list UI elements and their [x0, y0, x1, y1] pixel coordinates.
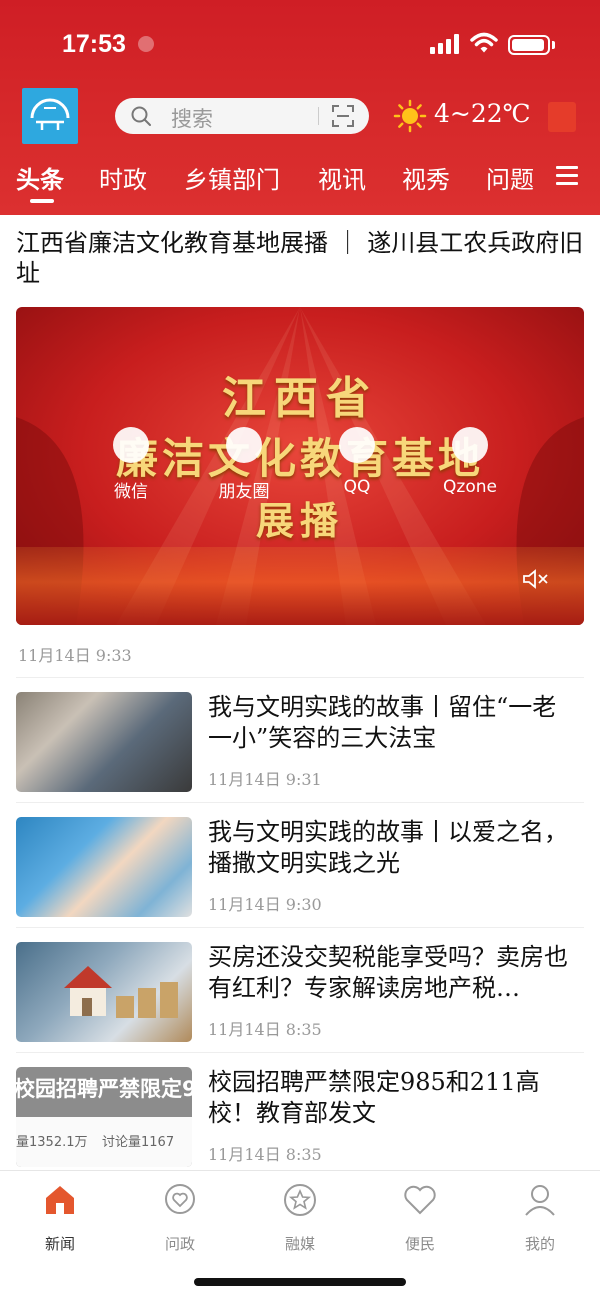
news-timestamp: 11月14日 9:31 [208, 770, 322, 789]
active-tab-indicator [30, 199, 54, 203]
news-title: 校园招聘严禁限定985和211高校！教育部发文 [208, 1068, 540, 1127]
nav-media[interactable]: 融媒 [260, 1183, 340, 1254]
sun-icon [393, 99, 427, 133]
tab-headlines[interactable]: 头条 [16, 160, 64, 195]
status-indicator-dot [138, 36, 154, 52]
feature-headline[interactable]: 江西省廉洁文化教育基地展播 ｜ 遂川县工农兵政府旧址 [16, 228, 584, 288]
feature-video[interactable]: 江西省 廉洁文化教育基地 展播 微信 朋友圈 QQ Qzone [16, 307, 584, 625]
app-header: 17:53 搜索 4~22℃ 头条 时政 乡镇部门 视讯 视秀 问题 [0, 0, 600, 215]
moments-icon [226, 427, 262, 463]
search-divider [318, 107, 319, 125]
share-qq[interactable]: QQ [312, 427, 402, 497]
nav-services[interactable]: 便民 [380, 1183, 460, 1254]
calendar-icon[interactable] [548, 102, 576, 132]
share-wechat[interactable]: 微信 [86, 427, 176, 502]
video-city-glow [16, 547, 584, 625]
chat-heart-icon [165, 1184, 195, 1214]
divider [16, 927, 584, 928]
channel-tabs: 头条 时政 乡镇部门 视讯 视秀 问题 [0, 160, 600, 200]
star-icon [284, 1184, 316, 1216]
weather-temperature: 4~22℃ [434, 99, 531, 128]
video-title-line-1: 江西省 [222, 373, 378, 424]
home-icon [46, 1186, 74, 1214]
tab-politics[interactable]: 时政 [99, 160, 147, 195]
battery-icon [508, 35, 550, 55]
news-list-item[interactable]: 买房还没交契税能享受吗？卖房也有红利？专家解读房地产税… 11月14日 8:35 [16, 942, 584, 1042]
news-title: 买房还没交契税能享受吗？卖房也有红利？专家解读房地产税… [208, 943, 568, 1002]
wifi-icon [470, 32, 498, 53]
status-bar: 17:53 [0, 0, 600, 88]
feature-timestamp: 11月14日 9:33 [18, 646, 132, 665]
news-thumbnail [16, 692, 192, 792]
heart-icon [404, 1185, 436, 1215]
app-logo[interactable] [22, 88, 78, 144]
house-coins-image [64, 966, 178, 1018]
news-title: 我与文明实践的故事丨留住“一老一小”笑容的三大法宝 [208, 693, 557, 752]
share-moments[interactable]: 朋友圈 [199, 427, 289, 502]
mute-icon[interactable] [522, 569, 548, 589]
cellular-signal-icon [430, 34, 459, 54]
news-timestamp: 11月14日 8:35 [208, 1020, 322, 1039]
battery-tip [552, 41, 555, 49]
menu-icon[interactable] [556, 166, 578, 186]
news-thumbnail [16, 942, 192, 1042]
qzone-icon [452, 427, 488, 463]
news-list-item[interactable]: 我与文明实践的故事丨以爱之名，播撒文明实践之光 11月14日 9:30 [16, 817, 584, 917]
divider [16, 677, 584, 678]
qq-icon [339, 427, 375, 463]
news-title: 我与文明实践的故事丨以爱之名，播撒文明实践之光 [208, 818, 568, 877]
nav-inquiry[interactable]: 问政 [140, 1183, 220, 1254]
tab-video-show[interactable]: 视秀 [402, 160, 450, 195]
divider [16, 802, 584, 803]
wechat-icon [113, 427, 149, 463]
share-overlay: 微信 朋友圈 QQ Qzone [16, 427, 584, 507]
search-input[interactable]: 搜索 [171, 103, 213, 133]
status-time: 17:53 [62, 30, 126, 58]
tab-towns-departments[interactable]: 乡镇部门 [184, 160, 280, 195]
home-indicator[interactable] [194, 1278, 406, 1286]
nav-news[interactable]: 新闻 [20, 1183, 100, 1254]
scan-icon[interactable] [332, 105, 354, 127]
nav-profile[interactable]: 我的 [500, 1183, 580, 1254]
news-list-item[interactable]: 我与文明实践的故事丨留住“一老一小”笑容的三大法宝 11月14日 9:31 [16, 692, 584, 792]
tab-video-news[interactable]: 视讯 [318, 160, 366, 195]
search-icon [131, 106, 151, 126]
user-icon [525, 1185, 555, 1216]
divider [16, 1052, 584, 1053]
news-thumbnail: 校园招聘严禁限定98 量1352.1万 讨论量1167 [16, 1067, 192, 1167]
news-list-item[interactable]: 校园招聘严禁限定98 量1352.1万 讨论量1167 校园招聘严禁限定985和… [16, 1067, 584, 1167]
tab-questions[interactable]: 问题 [486, 160, 534, 195]
news-timestamp: 11月14日 8:35 [208, 1145, 322, 1164]
thumbnail-caption: 校园招聘严禁限定98 [16, 1077, 192, 1101]
thumbnail-stats: 量1352.1万 讨论量1167 [16, 1117, 192, 1167]
news-thumbnail [16, 817, 192, 917]
search-box[interactable]: 搜索 [115, 98, 369, 134]
news-timestamp: 11月14日 9:30 [208, 895, 322, 914]
share-qzone[interactable]: Qzone [425, 427, 515, 497]
